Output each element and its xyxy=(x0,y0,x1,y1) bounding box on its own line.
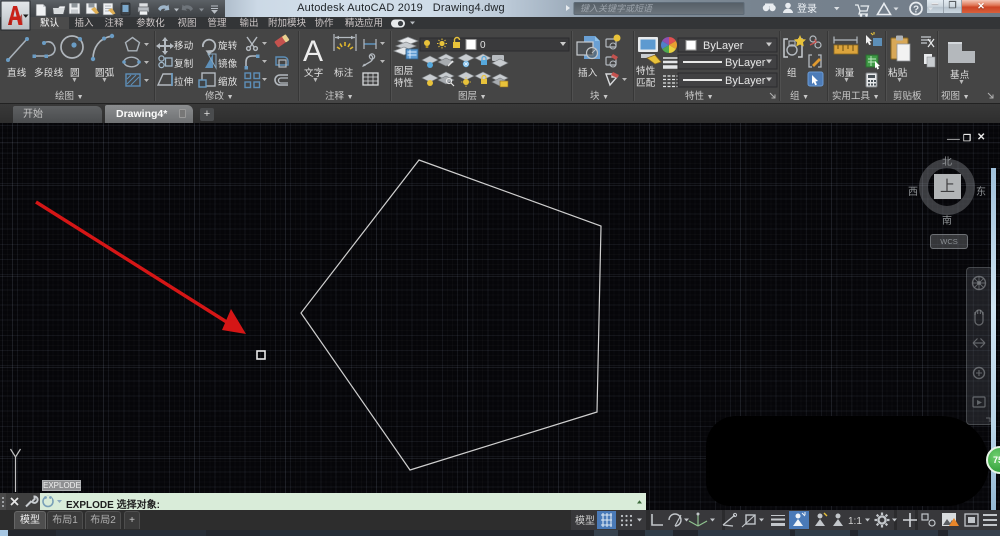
svg-text:键入关键字或短语: 键入关键字或短语 xyxy=(580,4,654,14)
svg-text:0: 0 xyxy=(480,40,486,51)
svg-text:A: A xyxy=(303,35,323,68)
svg-text:1:1: 1:1 xyxy=(848,516,862,527)
svg-text:模型: 模型 xyxy=(575,514,595,527)
svg-text:ByLayer: ByLayer xyxy=(725,75,766,87)
svg-text:登录: 登录 xyxy=(797,2,817,15)
svg-text:?: ? xyxy=(913,5,919,16)
svg-text:ByLayer: ByLayer xyxy=(725,57,766,69)
svg-text:ByLayer: ByLayer xyxy=(703,40,744,52)
